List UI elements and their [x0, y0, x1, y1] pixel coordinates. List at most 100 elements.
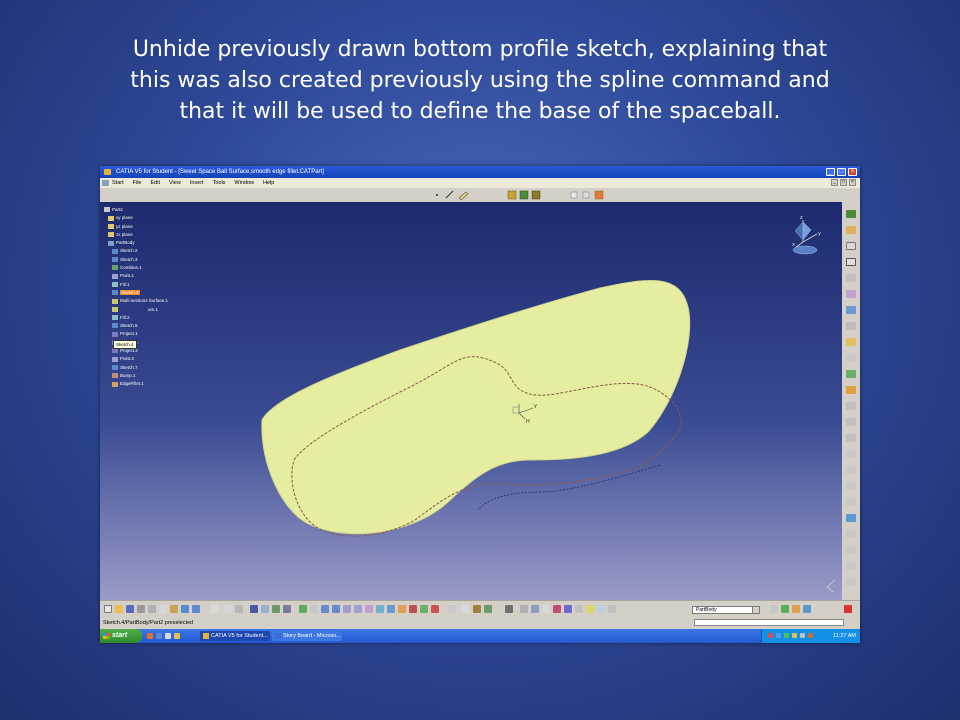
iso-view-icon[interactable]: [376, 605, 384, 613]
quicklaunch-mail-icon[interactable]: [156, 633, 162, 639]
measure-icon[interactable]: [448, 605, 456, 613]
fit-all-icon[interactable]: [310, 605, 318, 613]
task-storyboard[interactable]: Story Board - Microso...: [272, 631, 342, 641]
close-button[interactable]: ×: [848, 168, 857, 176]
redo-icon[interactable]: [192, 605, 200, 613]
pan-icon[interactable]: [321, 605, 329, 613]
rotate-icon[interactable]: [332, 605, 340, 613]
hide-show-icon[interactable]: [398, 605, 406, 613]
quicklaunch-desktop-icon[interactable]: [165, 633, 171, 639]
menu-file[interactable]: File: [133, 178, 142, 188]
stack-icon[interactable]: [597, 605, 605, 613]
color-icon[interactable]: [553, 605, 561, 613]
help-icon[interactable]: [210, 605, 218, 613]
tree-node-zx-plane[interactable]: zx plane: [104, 231, 168, 239]
split-tool-icon[interactable]: [846, 418, 856, 426]
paste-icon[interactable]: [170, 605, 178, 613]
menu-tools[interactable]: Tools: [213, 178, 226, 188]
doc-close-button[interactable]: ×: [849, 179, 856, 186]
tree-node-partbody[interactable]: PartBody: [104, 239, 168, 247]
task-catia[interactable]: CATIA V5 for Student...: [200, 631, 270, 641]
zoom-out-icon[interactable]: [354, 605, 362, 613]
plane-tool-icon[interactable]: [846, 274, 856, 282]
zoom-in-icon[interactable]: [343, 605, 351, 613]
table-icon[interactable]: [261, 605, 269, 613]
tree-node-xy-plane[interactable]: xy plane: [104, 214, 168, 222]
tree-node-fill-1[interactable]: Fill.1: [104, 281, 168, 289]
menu-help[interactable]: Help: [263, 178, 274, 188]
shading-icon[interactable]: [387, 605, 395, 613]
tray-icon-4[interactable]: [792, 633, 797, 638]
fill-tool-icon[interactable]: [846, 354, 856, 362]
3d-viewport[interactable]: y H Part2 xy plane yz plane zx plane Par…: [100, 202, 842, 600]
formula-icon[interactable]: [224, 605, 232, 613]
tree-node-sketch-5[interactable]: Sketch.5: [104, 322, 168, 330]
swap-visible-icon[interactable]: [409, 605, 417, 613]
axis-system-icon[interactable]: [531, 605, 539, 613]
extrapolate-tool-icon[interactable]: [846, 514, 856, 522]
tray-icon-2[interactable]: [776, 633, 781, 638]
render-icon[interactable]: [431, 605, 439, 613]
properties-icon[interactable]: [575, 605, 583, 613]
boundary-tool-icon[interactable]: [846, 450, 856, 458]
extrude-tool-icon[interactable]: [846, 290, 856, 298]
text-tool-icon[interactable]: [846, 242, 856, 250]
geometrical-set-icon[interactable]: [803, 605, 811, 613]
tree-node-partial[interactable]: um.1: [104, 306, 168, 314]
update-icon[interactable]: [250, 605, 258, 613]
inertia-icon[interactable]: [473, 605, 481, 613]
analysis-tool-icon[interactable]: [846, 562, 856, 570]
fillet-tool-icon[interactable]: [846, 482, 856, 490]
menu-start[interactable]: Start: [112, 178, 124, 188]
copy-icon[interactable]: [159, 605, 167, 613]
tray-icon-1[interactable]: [768, 633, 773, 638]
menu-insert[interactable]: Insert: [190, 178, 204, 188]
tree-node-yz-plane[interactable]: yz plane: [104, 223, 168, 231]
tree-node-fill-2[interactable]: Fill.2: [104, 314, 168, 322]
tree-node-bump-1[interactable]: Bump.1: [104, 372, 168, 380]
loft-tool-icon[interactable]: [846, 370, 856, 378]
revolve-tool-icon[interactable]: [846, 306, 856, 314]
save-icon[interactable]: [126, 605, 134, 613]
insert-body-icon[interactable]: [792, 605, 800, 613]
menu-edit[interactable]: Edit: [151, 178, 160, 188]
print-icon[interactable]: [137, 605, 145, 613]
chevron-down-icon[interactable]: [752, 607, 759, 613]
repetition-tool-icon[interactable]: [846, 546, 856, 554]
publication-icon[interactable]: [272, 605, 280, 613]
minimize-button[interactable]: _: [826, 168, 835, 176]
tray-icon-3[interactable]: [784, 633, 789, 638]
tree-node-point-1[interactable]: Point.1: [104, 272, 168, 280]
join-tool-icon[interactable]: [846, 402, 856, 410]
analysis-icon[interactable]: [484, 605, 492, 613]
catalog-tool-icon[interactable]: [846, 578, 856, 586]
tree-node-edgefillet-1[interactable]: EdgeFillet.1: [104, 380, 168, 388]
menu-window[interactable]: Window: [234, 178, 254, 188]
start-button[interactable]: start: [100, 629, 142, 643]
new-file-icon[interactable]: [104, 605, 112, 613]
snapshot-icon[interactable]: [505, 605, 513, 613]
reference-icon[interactable]: [283, 605, 291, 613]
tree-node-project-1[interactable]: Project.1: [104, 330, 168, 338]
knowledge-icon[interactable]: [235, 605, 243, 613]
grid-icon[interactable]: [520, 605, 528, 613]
menu-view[interactable]: View: [169, 178, 181, 188]
law-tool-icon[interactable]: [846, 530, 856, 538]
part-body-selector[interactable]: PartBody: [692, 606, 760, 614]
tray-icon-5[interactable]: [800, 633, 805, 638]
define-work-object-icon[interactable]: [770, 605, 778, 613]
layer-icon[interactable]: [564, 605, 572, 613]
quicklaunch-folder-icon[interactable]: [174, 633, 180, 639]
workbench-icon[interactable]: [846, 210, 856, 218]
open-folder-icon[interactable]: [115, 605, 123, 613]
tree-node-sketch-2[interactable]: Sketch.2: [104, 247, 168, 255]
quick-view-icon[interactable]: [420, 605, 428, 613]
box-tool-icon[interactable]: [846, 258, 856, 266]
tray-icon-6[interactable]: [808, 633, 813, 638]
tools-palette-icon[interactable]: [781, 605, 789, 613]
compass-icon[interactable]: z y x: [783, 210, 823, 260]
translate-tool-icon[interactable]: [846, 498, 856, 506]
tree-node-sketch-3[interactable]: Sketch.3: [104, 256, 168, 264]
tree-node-multi-sections-surface-1[interactable]: Multi-sections Surface.1: [104, 297, 168, 305]
doc-restore-button[interactable]: □: [840, 179, 847, 186]
